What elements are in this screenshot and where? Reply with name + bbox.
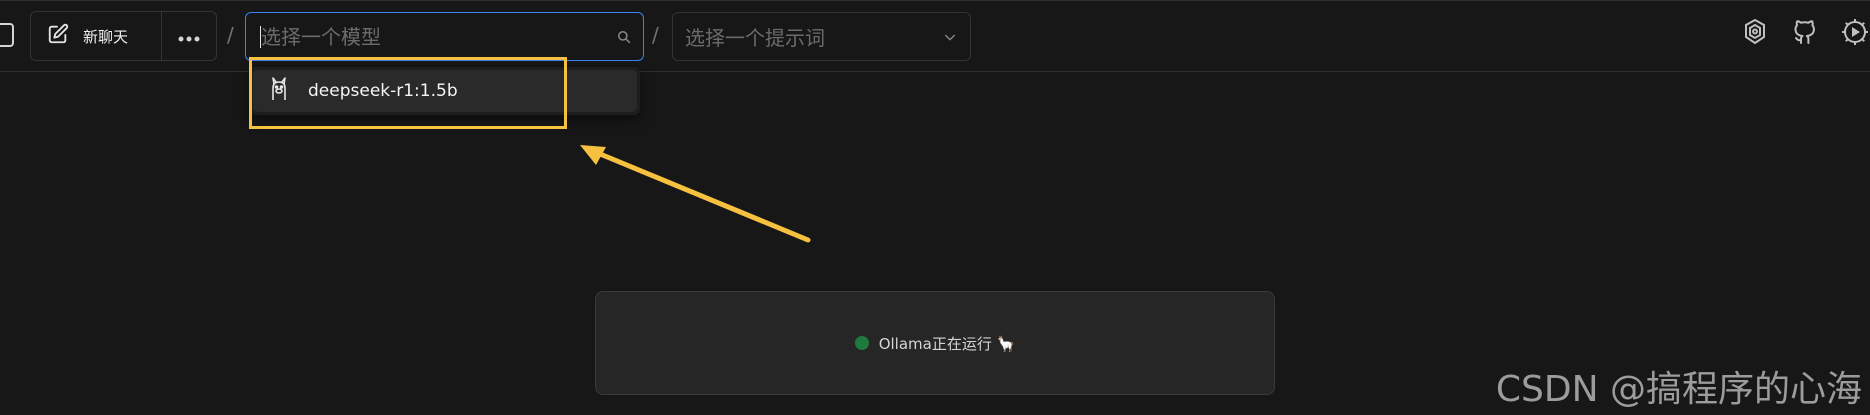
status-text: Ollama正在运行 🦙 [878,334,1016,353]
new-chat-label: 新聊天 [83,27,129,46]
ollama-llama-icon [268,76,290,106]
sidebar-toggle-icon[interactable] [0,23,14,47]
text-caret [260,26,261,48]
github-icon[interactable] [1790,17,1820,53]
annotation-arrow [580,145,811,243]
edit-icon [47,23,69,49]
watermark: CSDN @搞程序的心海 [1495,369,1862,410]
prompt-select-label: 选择一个提示词 [685,26,825,50]
chevron-down-icon [942,29,958,49]
model-search-input[interactable] [246,13,643,60]
gear-play-icon[interactable] [1840,17,1870,53]
search-icon [617,29,631,48]
more-options-button[interactable] [162,12,216,60]
more-dots-icon [178,27,200,46]
status-card: Ollama正在运行 🦙 [595,291,1275,395]
openai-settings-icon[interactable] [1740,17,1770,53]
breadcrumb-separator: / [227,23,234,47]
model-dropdown: deepseek-r1:1.5b [250,67,640,115]
right-toolbar [1740,17,1870,53]
chat-actions-group: 新聊天 [30,11,217,61]
prompt-select[interactable]: 选择一个提示词 [672,12,971,61]
model-search-field[interactable] [245,12,644,61]
new-chat-button[interactable]: 新聊天 [31,12,162,60]
breadcrumb-separator: / [652,23,659,47]
status-indicator-dot [854,336,869,350]
top-bar: 新聊天 / / 选择一个提示词 [0,0,1870,72]
model-option-deepseek[interactable]: deepseek-r1:1.5b [253,70,637,112]
model-option-label: deepseek-r1:1.5b [308,81,458,101]
